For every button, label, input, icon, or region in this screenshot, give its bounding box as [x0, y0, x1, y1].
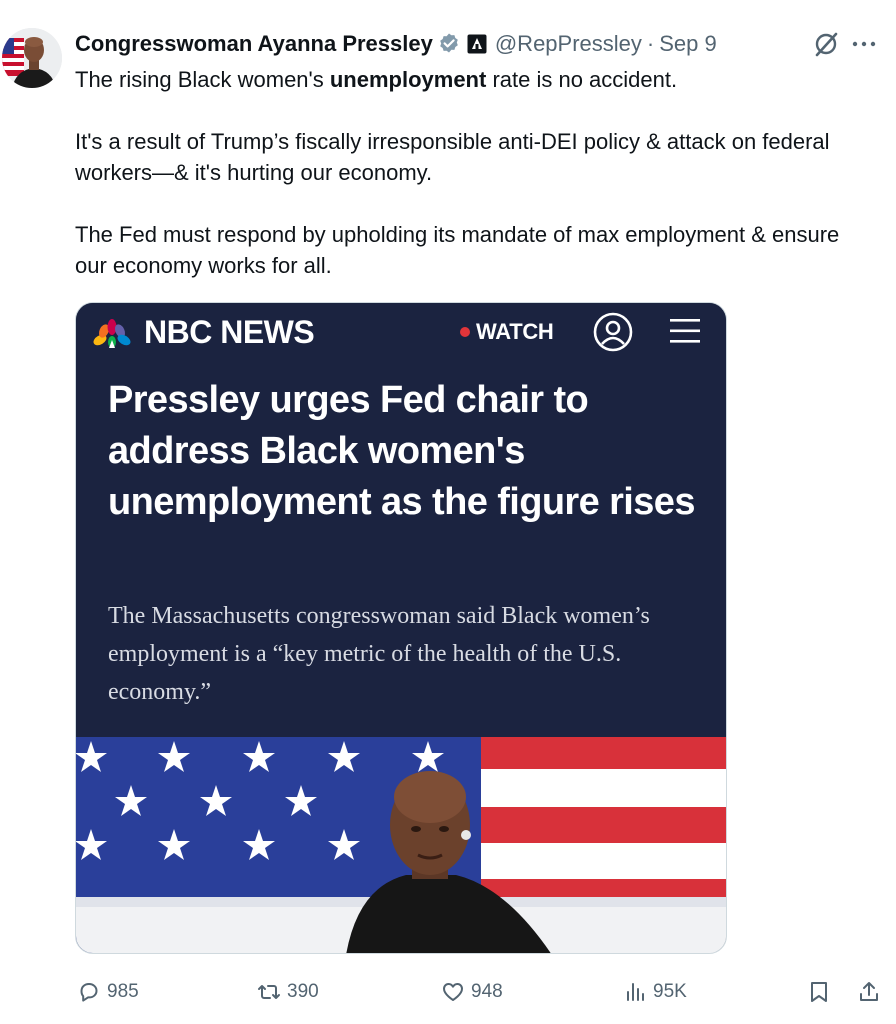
bookmark-icon[interactable] — [807, 980, 831, 1004]
article-headline: Pressley urges Fed chair to address Blac… — [108, 379, 695, 523]
live-dot-icon — [460, 327, 470, 337]
menu-icon — [670, 319, 700, 343]
avatar[interactable] — [2, 28, 62, 88]
government-affiliation-icon[interactable] — [467, 34, 487, 54]
repost-button[interactable]: 390 — [257, 975, 319, 1009]
avatar-image — [2, 28, 62, 88]
nbc-navbar: NBC NEWS WATCH — [76, 303, 726, 365]
grok-icon[interactable] — [812, 30, 840, 58]
bold-keyword: unemployment — [329, 67, 487, 92]
more-icon[interactable] — [851, 32, 877, 56]
like-count: 948 — [471, 981, 503, 1002]
action-bar: 985 390 948 95K — [75, 975, 885, 1009]
handle[interactable]: @RepPressley — [495, 31, 642, 57]
timestamp[interactable]: Sep 9 — [659, 31, 717, 57]
media-card[interactable]: NBC NEWS WATCH Pressley urges Fed chair … — [75, 302, 727, 954]
views-icon — [627, 983, 644, 1001]
reply-button[interactable]: 985 — [77, 975, 139, 1009]
tweet-text: The rising Black women's unemployment ra… — [75, 64, 865, 281]
share-icon[interactable] — [857, 980, 881, 1004]
view-count: 95K — [653, 981, 687, 1002]
reply-icon — [80, 983, 98, 1002]
nbc-peacock-icon — [93, 319, 131, 348]
separator-dot: · — [646, 31, 655, 56]
views-button[interactable]: 95K — [623, 975, 687, 1009]
article-photo — [76, 737, 726, 953]
account-icon — [593, 312, 633, 352]
tweet-paragraph-2: It's a result of Trump’s fiscally irresp… — [75, 129, 830, 185]
tweet-header: Congresswoman Ayanna Pressley @RepPressl… — [75, 30, 717, 58]
watch-link: WATCH — [476, 319, 554, 344]
tweet[interactable]: Congresswoman Ayanna Pressley @RepPressl… — [0, 0, 896, 1024]
like-button[interactable]: 948 — [441, 975, 503, 1009]
article-dek: The Massachusetts congresswoman said Bla… — [108, 603, 650, 705]
reply-count: 985 — [107, 981, 139, 1002]
tweet-paragraph-1: The rising Black women's unemployment ra… — [75, 67, 678, 92]
repost-icon — [258, 985, 280, 999]
flag-portrait-image — [76, 737, 726, 953]
nbc-brand: NBC NEWS — [144, 314, 315, 350]
heart-icon — [443, 983, 463, 1001]
display-name[interactable]: Congresswoman Ayanna Pressley — [75, 31, 433, 57]
tweet-paragraph-3: The Fed must respond by upholding its ma… — [75, 222, 840, 278]
verified-badge-icon[interactable] — [437, 32, 461, 56]
article-screenshot: NBC NEWS WATCH Pressley urges Fed chair … — [76, 303, 726, 737]
repost-count: 390 — [287, 981, 319, 1002]
